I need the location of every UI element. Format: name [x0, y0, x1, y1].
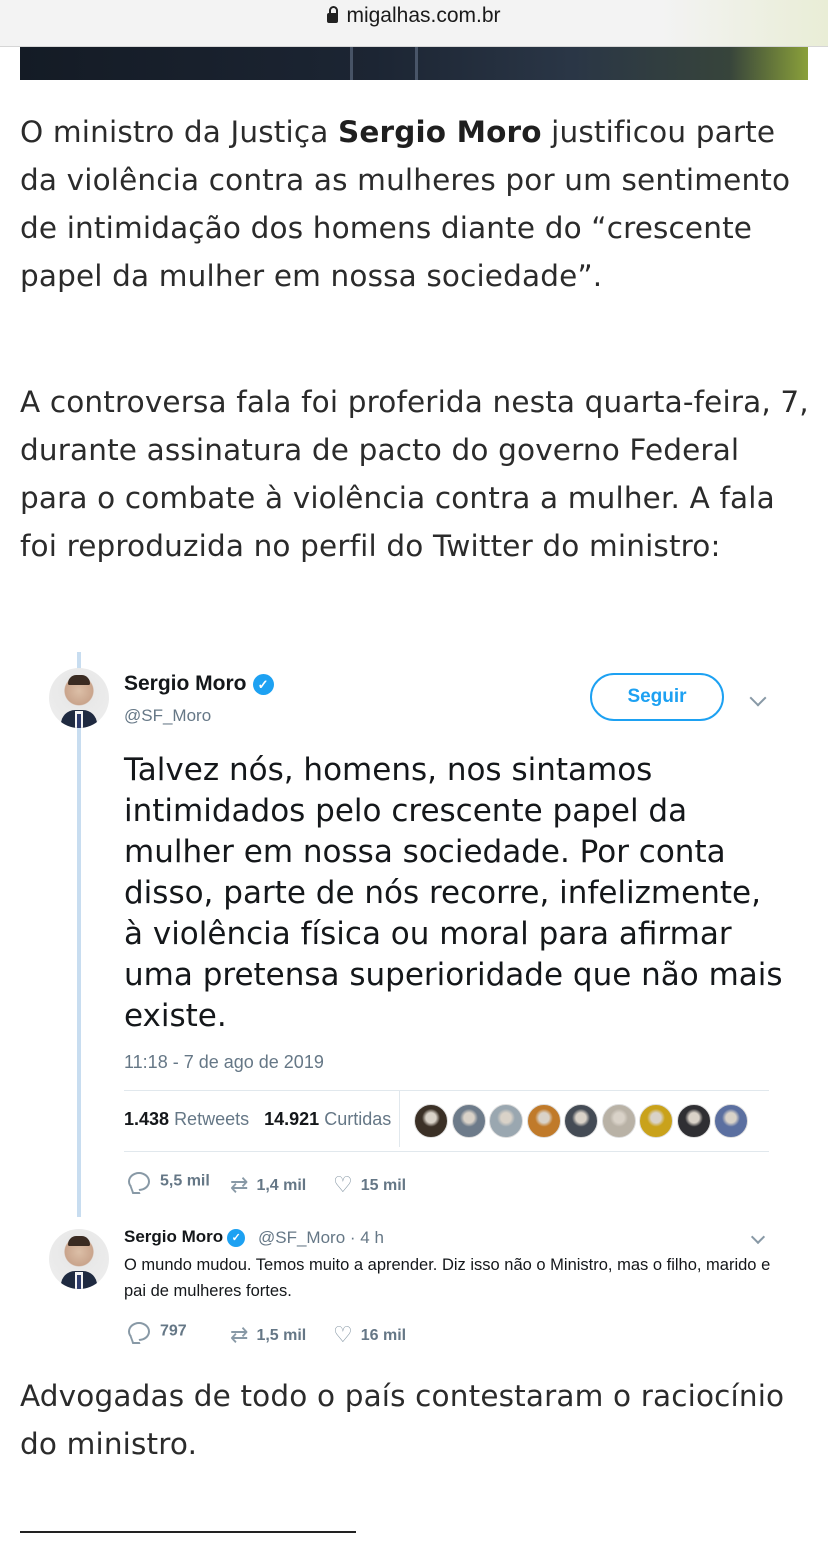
embedded-tweet[interactable]: Sergio Moro ✓ @SF_Moro Seguir Talvez nós,…: [0, 640, 828, 1360]
likes-stat[interactable]: 14.921 Curtidas: [264, 1109, 391, 1129]
like-count: 15 mil: [360, 1177, 407, 1194]
like-action[interactable]: ♡ 16 mil: [333, 1322, 406, 1348]
avatar-hair: [68, 675, 90, 685]
url-text-container[interactable]: migalhas.com.br: [0, 4, 828, 28]
thread-line: [77, 652, 81, 1217]
avatar-hair: [68, 1236, 90, 1246]
url-text: migalhas.com.br: [346, 4, 501, 27]
reply-count: 797: [160, 1322, 187, 1340]
verified-badge-icon: ✓: [252, 674, 274, 695]
reply-tweet-actions: 797 ⇄ 1,5 mil ♡ 16 mil: [128, 1322, 528, 1352]
avatar-tie: [77, 714, 81, 728]
hero-stripe: [350, 47, 353, 80]
like-count: 16 mil: [360, 1327, 407, 1344]
divider: [399, 1091, 400, 1147]
article-paragraph-2: A controversa fala foi proferida nesta q…: [20, 385, 809, 563]
retweets-count: 1.438: [124, 1109, 170, 1129]
reply-action[interactable]: 5,5 mil: [128, 1172, 210, 1191]
article-hero-image: [20, 47, 808, 80]
article-paragraph-1: O ministro da Justiça Sergio Moro justif…: [20, 108, 815, 300]
reply-author-name-text: Sergio Moro: [124, 1227, 224, 1246]
heart-icon: ♡: [333, 1322, 353, 1347]
like-action[interactable]: ♡ 15 mil: [333, 1172, 406, 1198]
reply-icon: [128, 1172, 150, 1191]
chevron-down-icon[interactable]: [750, 1229, 766, 1245]
reply-handle-time[interactable]: @SF_Moro · 4 h: [258, 1228, 384, 1248]
reply-tweet-text: O mundo mudou. Temos muito a aprender. D…: [124, 1256, 771, 1300]
retweet-action[interactable]: ⇄ 1,4 mil: [230, 1172, 306, 1198]
chevron-down-icon[interactable]: [749, 689, 767, 707]
liker-avatar[interactable]: [414, 1104, 448, 1138]
tweet-stats: 1.438 Retweets 14.921 Curtidas: [124, 1109, 391, 1130]
reply-icon: [128, 1322, 150, 1341]
tweet-text: Talvez nós, homens, nos sintamos intimid…: [124, 752, 783, 1034]
liker-avatar[interactable]: [601, 1104, 636, 1138]
liker-avatar[interactable]: [639, 1104, 673, 1138]
browser-url-bar[interactable]: migalhas.com.br: [0, 0, 828, 47]
reply-author-name[interactable]: Sergio Moro ✓: [124, 1227, 246, 1247]
liker-avatar[interactable]: [526, 1104, 561, 1138]
tweet-author-handle[interactable]: @SF_Moro: [124, 706, 211, 726]
reply-count: 5,5 mil: [160, 1172, 210, 1190]
retweet-action[interactable]: ⇄ 1,5 mil: [230, 1322, 306, 1348]
divider: [124, 1090, 769, 1091]
liker-avatar[interactable]: [564, 1104, 598, 1138]
divider: [20, 1531, 356, 1533]
liker-avatar[interactable]: [676, 1104, 711, 1138]
reply-action[interactable]: 797: [128, 1322, 187, 1341]
retweets-stat[interactable]: 1.438 Retweets: [124, 1109, 249, 1129]
hero-stripe: [415, 47, 418, 80]
liker-avatar[interactable]: [451, 1104, 486, 1138]
avatar[interactable]: [49, 668, 109, 728]
divider: [124, 1151, 769, 1152]
avatar-tie: [77, 1275, 81, 1289]
liker-avatar[interactable]: [489, 1104, 523, 1138]
person-name-bold: Sergio Moro: [337, 115, 542, 149]
paragraph-text: O ministro da Justiça: [20, 115, 338, 149]
heart-icon: ♡: [333, 1172, 353, 1197]
liker-avatar[interactable]: [714, 1104, 748, 1138]
follow-button[interactable]: Seguir: [590, 673, 724, 721]
author-name-text: Sergio Moro: [124, 672, 247, 695]
likes-label: Curtidas: [324, 1109, 392, 1129]
retweet-icon: ⇄: [230, 1322, 249, 1347]
retweet-count: 1,4 mil: [256, 1177, 307, 1194]
tweet-timestamp[interactable]: 11:18 - 7 de ago de 2019: [124, 1052, 324, 1073]
verified-badge-icon: ✓: [227, 1229, 246, 1247]
retweet-icon: ⇄: [230, 1172, 249, 1197]
retweets-label: Retweets: [174, 1109, 250, 1129]
retweet-count: 1,5 mil: [256, 1327, 307, 1344]
lock-icon: [327, 6, 339, 23]
likes-count: 14.921: [264, 1109, 320, 1129]
tweet-author-name[interactable]: Sergio Moro ✓: [124, 672, 274, 696]
article-paragraph-3: Advogadas de todo o país contestaram o r…: [20, 1379, 785, 1461]
tweet-actions: 5,5 mil ⇄ 1,4 mil ♡ 15 mil: [128, 1172, 528, 1202]
avatar[interactable]: [49, 1229, 109, 1289]
